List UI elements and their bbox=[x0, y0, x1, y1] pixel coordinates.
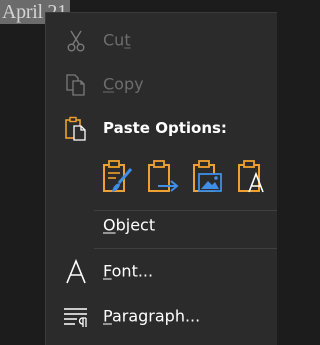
clipboard-text-icon bbox=[236, 160, 270, 199]
font-label: Font... bbox=[103, 261, 154, 281]
object-label: Object bbox=[103, 215, 156, 235]
menu-item-cut[interactable]: Cut bbox=[46, 25, 278, 55]
paste-options-label: Paste Options: bbox=[103, 119, 227, 137]
menu-separator bbox=[94, 248, 277, 249]
paste-options-row bbox=[101, 159, 273, 195]
menu-item-font[interactable]: Font... bbox=[46, 256, 278, 286]
copy-label: Copy bbox=[103, 74, 144, 94]
paste-keep-text-only-button[interactable] bbox=[236, 159, 270, 195]
paragraph-label: Paragraph... bbox=[103, 306, 201, 326]
paragraph-icon bbox=[62, 303, 90, 331]
menu-item-paste-options: Paste Options: bbox=[46, 113, 278, 143]
menu-item-copy[interactable]: Copy bbox=[46, 69, 278, 99]
context-menu: Cut Copy Paste Options: Object Font... P… bbox=[45, 12, 277, 345]
clipboard-brush-icon bbox=[101, 160, 135, 199]
menu-item-object[interactable]: Object bbox=[46, 210, 278, 240]
cut-label: Cut bbox=[103, 30, 131, 50]
paste-icon bbox=[62, 115, 90, 143]
paste-keep-source-formatting-button[interactable] bbox=[101, 159, 135, 195]
font-icon bbox=[62, 258, 90, 286]
paste-merge-formatting-button[interactable] bbox=[146, 159, 180, 195]
clipboard-picture-icon bbox=[191, 160, 225, 199]
copy-icon bbox=[62, 71, 90, 99]
paste-picture-button[interactable] bbox=[191, 159, 225, 195]
menu-item-paragraph[interactable]: Paragraph... bbox=[46, 301, 278, 331]
clipboard-arrow-icon bbox=[146, 160, 180, 199]
scissors-icon bbox=[62, 27, 90, 55]
